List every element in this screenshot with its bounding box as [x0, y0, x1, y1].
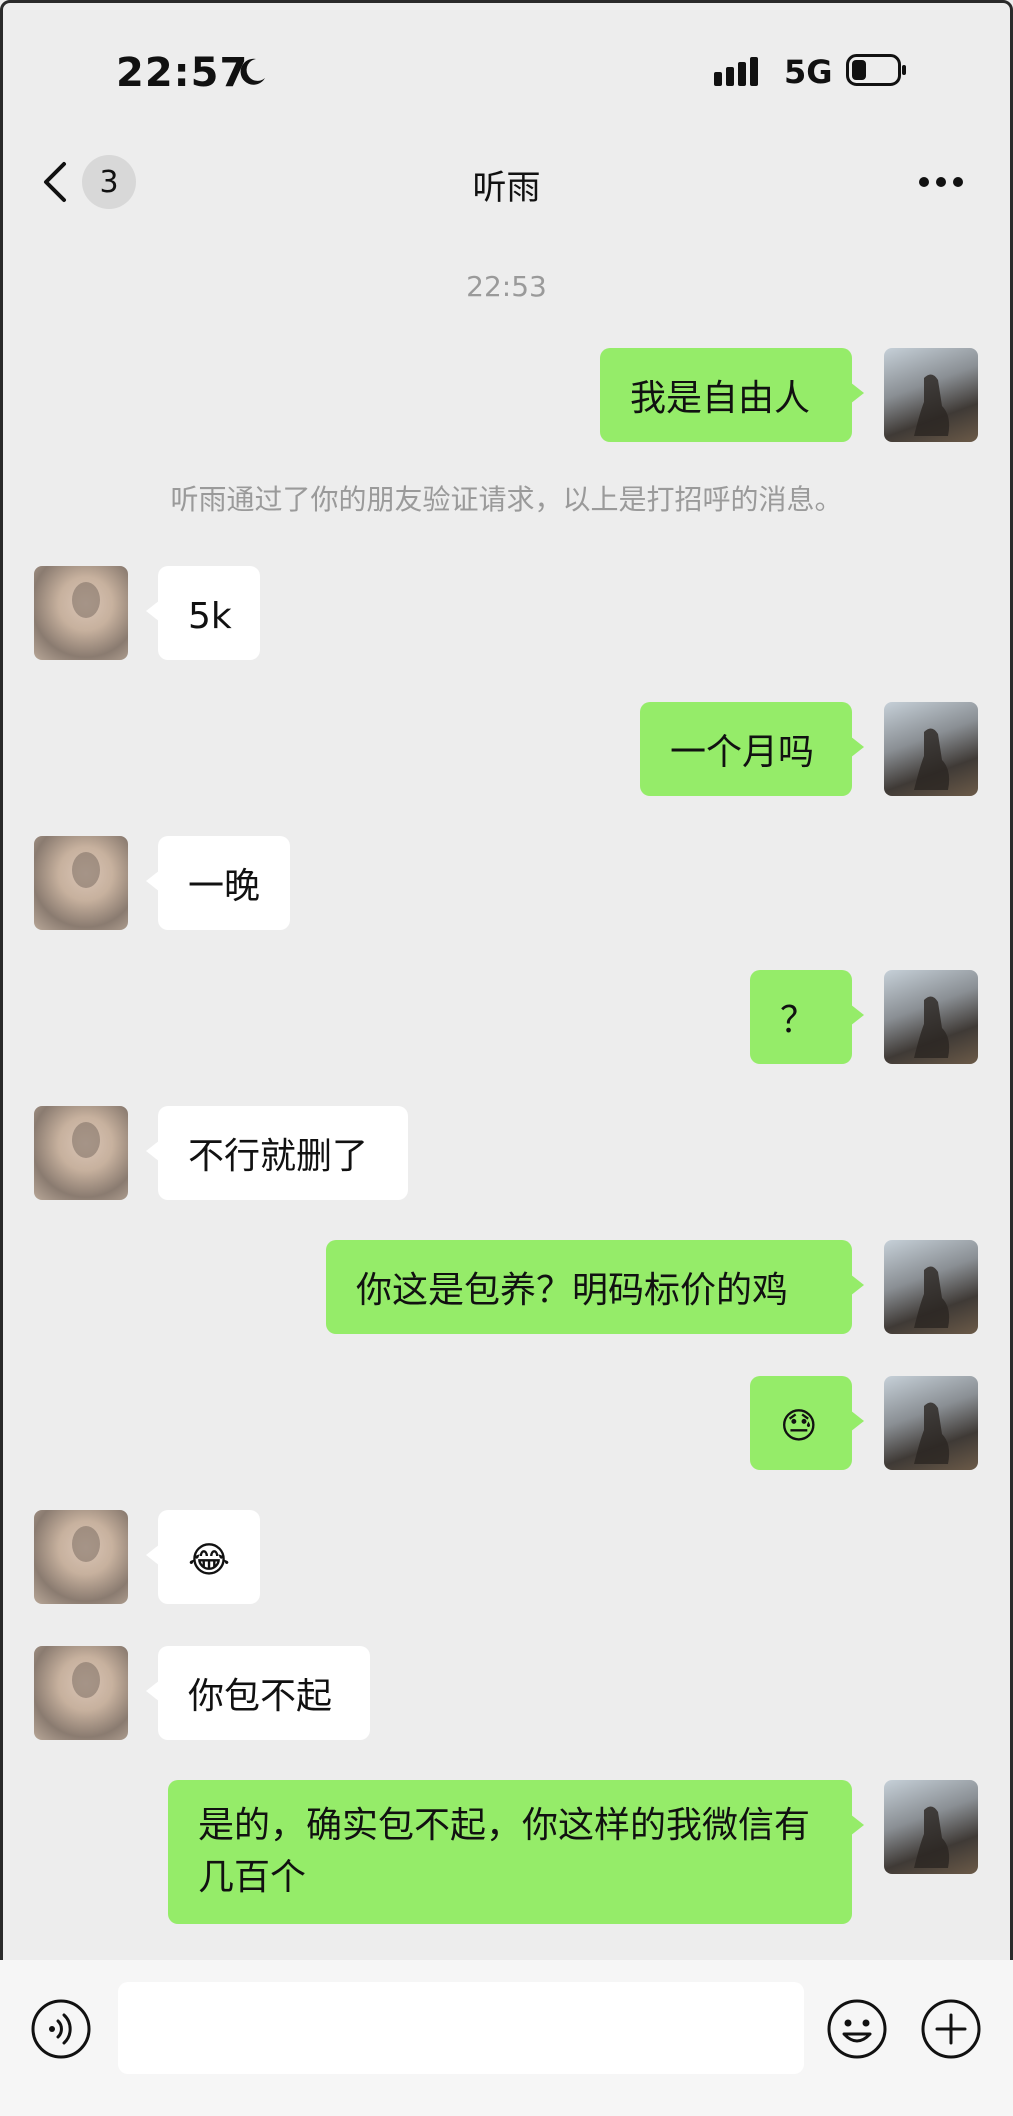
plus-icon[interactable] — [920, 1998, 982, 2060]
my-avatar[interactable] — [884, 1240, 978, 1334]
message-timestamp: 22:53 — [466, 270, 547, 303]
contact-avatar[interactable] — [34, 1106, 128, 1200]
outgoing-message[interactable]: 一个月吗 — [640, 702, 864, 796]
outgoing-message[interactable]: 你这是包养？明码标价的鸡 — [326, 1240, 864, 1334]
status-bar: 22:57 5G — [0, 0, 1013, 140]
network-type: 5G — [784, 53, 833, 91]
battery-icon — [846, 54, 906, 86]
my-avatar[interactable] — [884, 702, 978, 796]
voice-input-icon[interactable] — [30, 1998, 92, 2060]
contact-avatar[interactable] — [34, 566, 128, 660]
incoming-message[interactable]: 你包不起 — [146, 1646, 370, 1740]
incoming-message[interactable]: 一晚 — [146, 836, 290, 930]
my-avatar[interactable] — [884, 1780, 978, 1874]
status-time: 22:57 — [116, 50, 249, 96]
contact-avatar[interactable] — [34, 836, 128, 930]
chat-title: 听雨 — [472, 168, 541, 208]
outgoing-message[interactable]: ？ — [750, 970, 864, 1064]
signal-icon — [714, 57, 758, 86]
moon-icon — [240, 58, 265, 85]
more-options-icon[interactable] — [918, 168, 964, 196]
contact-avatar[interactable] — [34, 1646, 128, 1740]
emoji-icon[interactable] — [826, 1998, 888, 2060]
message-input[interactable] — [118, 1982, 804, 2074]
incoming-emoji-message[interactable]: 😂 — [146, 1510, 260, 1604]
outgoing-message[interactable]: 我是自由人 — [600, 348, 864, 442]
my-avatar[interactable] — [884, 970, 978, 1064]
outgoing-emoji-message[interactable]: 😓 — [750, 1376, 864, 1470]
my-avatar[interactable] — [884, 1376, 978, 1470]
contact-avatar[interactable] — [34, 1510, 128, 1604]
outgoing-message[interactable]: 是的，确实包不起，你这样的我微信有几百个 — [168, 1780, 864, 1924]
system-notice: 听雨通过了你的朋友验证请求，以上是打招呼的消息。 — [170, 483, 843, 516]
incoming-message[interactable]: 5k — [146, 566, 260, 660]
incoming-message[interactable]: 不行就删了 — [146, 1106, 408, 1200]
my-avatar[interactable] — [884, 348, 978, 442]
